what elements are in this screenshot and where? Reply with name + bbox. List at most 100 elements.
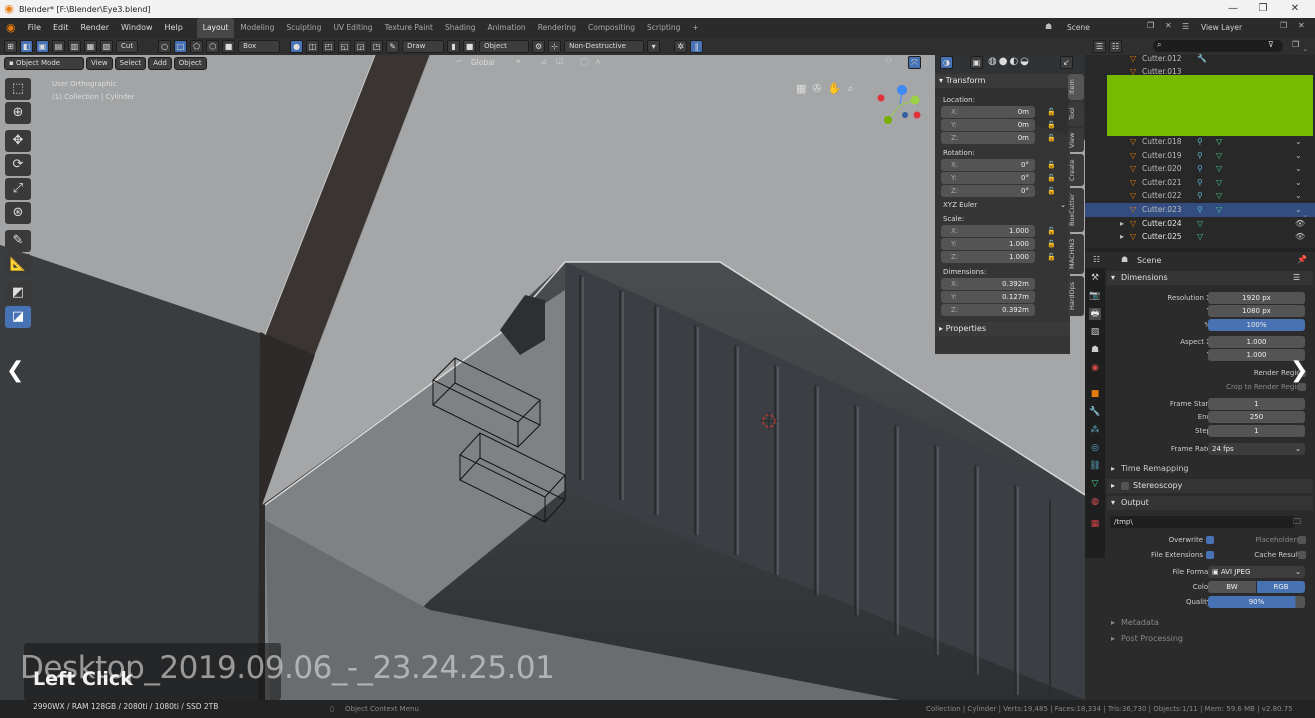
select-new-icon[interactable]: ▣	[36, 40, 49, 53]
location-x-field[interactable]: X: 0m 🔓	[941, 106, 1056, 118]
menu-window[interactable]: Window	[115, 18, 159, 38]
tab-create[interactable]: Create	[1068, 154, 1084, 186]
texture-tab-icon[interactable]: ▦	[1089, 518, 1101, 530]
tab-texture-paint[interactable]: Texture Paint	[379, 18, 439, 38]
tool-tab-icon[interactable]: ⚒	[1089, 272, 1101, 284]
tab-tool[interactable]: Tool	[1068, 102, 1084, 126]
visibility-icon[interactable]: ⌄	[1295, 135, 1302, 149]
view-object-types-icon[interactable]: ⚇	[885, 56, 892, 65]
properties-editor-icon[interactable]: ☷	[1093, 255, 1100, 264]
tab-rendering[interactable]: Rendering	[532, 18, 582, 38]
scale-x-field[interactable]: X: 1.000 🔓	[941, 225, 1056, 237]
pause-icon[interactable]: ‖	[690, 40, 704, 53]
cache-result-checkbox[interactable]	[1298, 551, 1306, 559]
select-intersect-icon[interactable]: ▧	[100, 40, 113, 53]
frame-end-field[interactable]: 250	[1208, 411, 1305, 423]
properties-panel-header[interactable]: ▸ Properties	[935, 322, 1070, 336]
data-tab-icon[interactable]: ▽	[1089, 478, 1101, 490]
boxcutter-tool-icon[interactable]: ◪	[5, 306, 31, 328]
outliner-row[interactable]: ▸ ▽ Cutter.025 ▽ 👁	[1085, 230, 1315, 244]
settings-gear-icon[interactable]: ✲	[674, 40, 688, 53]
behavior-dropdown[interactable]: Non-Destructive	[564, 40, 645, 53]
shape-box-icon[interactable]: □	[174, 40, 188, 53]
shape-custom-icon[interactable]: ⬡	[206, 40, 220, 53]
maximize-button[interactable]: ❐	[1248, 0, 1278, 18]
overlays-toggle-icon[interactable]: ◑	[940, 56, 953, 69]
axis-gizmo[interactable]	[875, 80, 925, 130]
scene-selector[interactable]: Scene	[1067, 23, 1090, 32]
menu-edit[interactable]: Edit	[47, 18, 75, 38]
transform-header[interactable]: ▾ Transform	[935, 74, 1070, 88]
new-scene-icon[interactable]: ❐	[1147, 21, 1154, 30]
constraints-tab-icon[interactable]: ⛓	[1089, 460, 1101, 472]
menu-help[interactable]: Help	[159, 18, 189, 38]
outliner-row-selected[interactable]: ▽ Cutter.023 ⚲ ▽ ⌄	[1085, 203, 1315, 217]
new-view-layer-icon[interactable]: ❐	[1280, 21, 1287, 30]
cut-mode-dropdown[interactable]: Cut	[116, 40, 139, 53]
gizmo-toggle-icon[interactable]: ⤧	[908, 56, 921, 69]
transform-tool-icon[interactable]: ⊛	[5, 202, 31, 224]
hops-tool-icon[interactable]: ◩	[5, 282, 31, 304]
resolution-percentage-slider[interactable]: 100%	[1208, 319, 1305, 331]
select-box-tool-icon[interactable]: ⬚	[5, 78, 31, 100]
lock-icon[interactable]: 🔓	[1047, 106, 1056, 118]
blender-menu-icon[interactable]: ◉	[0, 18, 22, 38]
view-layer-selector[interactable]: View Layer	[1201, 23, 1242, 32]
add-menu[interactable]: Add	[148, 57, 172, 70]
tab-animation[interactable]: Animation	[481, 18, 531, 38]
lock-icon[interactable]: 🔓	[1047, 225, 1056, 237]
outliner-row[interactable]: ▽ Cutter.018 ⚲ ▽ ⌄	[1085, 135, 1315, 149]
rotation-mode-dropdown[interactable]: XYZ Euler ⌄	[941, 199, 1066, 211]
crop-region-checkbox[interactable]	[1298, 383, 1306, 391]
view-menu[interactable]: View	[86, 57, 113, 70]
color-bw-button[interactable]: BW	[1208, 581, 1256, 593]
output-tab-icon[interactable]: 🖶	[1089, 308, 1101, 320]
proportional-icon[interactable]: ◯	[580, 57, 589, 66]
expand-arrow-icon[interactable]: ▸	[1120, 230, 1124, 244]
cursor-tool-icon[interactable]: ⊕	[5, 102, 31, 124]
outliner-row[interactable]: ▽ Cutter.020 ⚲ ▽ ⌄	[1085, 162, 1315, 176]
new-collection-icon[interactable]: ❐	[1292, 40, 1299, 49]
visibility-icon[interactable]: ⌄	[1295, 162, 1302, 176]
outliner-row[interactable]: ▽ Cutter.021 ⚲ ▽ ⌄	[1085, 176, 1315, 190]
grid-snap-icon[interactable]: ⊹	[548, 40, 562, 53]
delete-view-layer-icon[interactable]: ✕	[1298, 21, 1305, 30]
outliner-search-input[interactable]: ⌕	[1153, 40, 1283, 52]
object-mode-dropdown-icon[interactable]: ■	[463, 40, 477, 53]
tab-modeling[interactable]: Modeling	[234, 18, 280, 38]
rotation-z-field[interactable]: Z: 0° 🔓	[941, 185, 1056, 197]
mode-dropdown[interactable]: ▪ Object Mode	[4, 57, 84, 70]
lock-icon[interactable]: 🔓	[1047, 238, 1056, 250]
quality-slider[interactable]: 90%	[1208, 596, 1305, 608]
visibility-icon[interactable]: ⌄	[1295, 149, 1302, 163]
location-y-field[interactable]: Y: 0m 🔓	[941, 119, 1056, 131]
delete-scene-icon[interactable]: ✕	[1165, 21, 1172, 30]
next-arrow-icon[interactable]: ❯	[1290, 358, 1308, 383]
dimensions-y-field[interactable]: Y: 0.127m	[941, 291, 1035, 303]
color-rgb-button[interactable]: RGB	[1257, 581, 1305, 593]
output-path-input[interactable]: /tmp\	[1110, 516, 1295, 528]
world-tab-icon[interactable]: ◉	[1089, 362, 1101, 374]
tab-compositing[interactable]: Compositing	[582, 18, 641, 38]
draw-dropdown[interactable]: Draw	[402, 40, 445, 53]
dimensions-z-field[interactable]: Z: 0.392m	[941, 304, 1035, 316]
scale-z-field[interactable]: Z: 1.000 🔓	[941, 251, 1056, 263]
pen-icon[interactable]: ✎	[386, 40, 400, 53]
grid-view-icon[interactable]: ▦	[796, 82, 806, 96]
resolution-y-field[interactable]: 1080 px	[1208, 305, 1305, 317]
resolution-x-field[interactable]: 1920 px	[1208, 292, 1305, 304]
mode-knife-icon[interactable]: ◲	[354, 40, 368, 53]
menu-file[interactable]: File	[22, 18, 47, 38]
camera-view-icon[interactable]: ✇	[812, 82, 821, 96]
rotation-y-field[interactable]: Y: 0° 🔓	[941, 172, 1056, 184]
xray-toggle-icon[interactable]: ▣	[970, 56, 983, 69]
material-tab-icon[interactable]: ◍	[1089, 496, 1101, 508]
editor-type-icon[interactable]: ⊞	[4, 40, 17, 53]
mode-slice-icon[interactable]: ◫	[306, 40, 320, 53]
tab-item[interactable]: Item	[1068, 74, 1084, 100]
snapping-icon[interactable]: ⚙	[532, 40, 546, 53]
viewport-menu-icon[interactable]: ↙	[1060, 56, 1073, 69]
shape-color-icon[interactable]: ■	[222, 40, 236, 53]
mode-join-icon[interactable]: ◱	[338, 40, 352, 53]
minimize-button[interactable]: —	[1218, 0, 1248, 18]
